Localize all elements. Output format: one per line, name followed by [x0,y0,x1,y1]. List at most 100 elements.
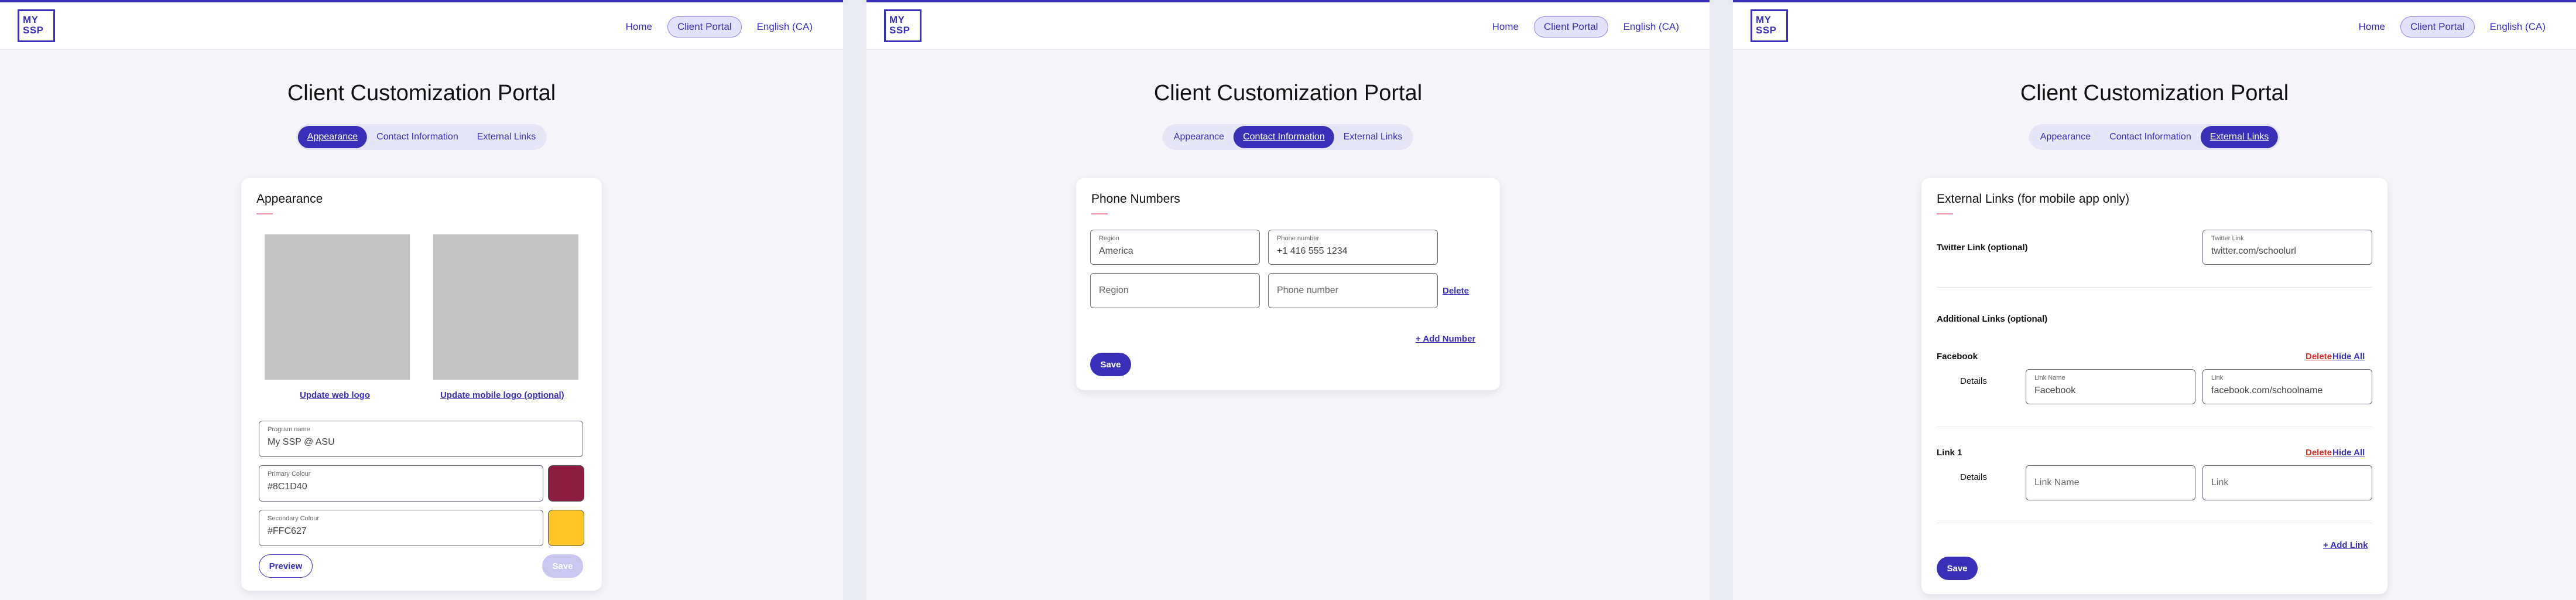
facebook-delete-link[interactable]: Delete [2306,352,2332,362]
link-url-value: facebook.com/schoolname [2211,386,2323,396]
update-mobile-logo-link[interactable]: Update mobile logo (optional) [440,390,564,400]
contact-information-screen: MY SSP Home Client Portal English (CA) Cl… [866,0,1710,600]
portal-tabs: Appearance Contact Information External … [2029,124,2280,150]
delete-number-link[interactable]: Delete [1443,286,1469,296]
tab-contact-information[interactable]: Contact Information [367,126,468,148]
save-button[interactable]: Save [1090,353,1131,376]
appearance-screen: MY SSP Home Client Portal English (CA) Cl… [0,0,843,600]
save-button-disabled[interactable]: Save [542,554,583,578]
facebook-link-name-field[interactable]: Link Name Facebook [2026,369,2195,404]
page-title: Client Customization Portal [287,81,556,105]
link1-title: Link 1 [1937,448,1962,458]
link-name-label: Link Name [2034,374,2065,381]
top-header: MY SSP Home Client Portal English (CA) [1733,2,2576,50]
external-links-screen: MY SSP Home Client Portal English (CA) Cl… [1733,0,2576,600]
program-name-value: My SSP @ ASU [268,437,335,447]
secondary-colour-label: Secondary Colour [268,515,320,522]
nav-language[interactable]: English (CA) [1616,16,1686,38]
save-button[interactable]: Save [1937,557,1978,580]
facebook-hide-all-link[interactable]: Hide All [2332,352,2365,362]
nav-client-portal[interactable]: Client Portal [667,16,742,38]
link-url-placeholder: Link [2211,478,2229,488]
section-divider [1937,287,2372,288]
region-value: America [1099,246,1133,256]
link1-details-label: Details [1960,472,1987,482]
link-name-value: Facebook [2034,386,2076,396]
nav-language[interactable]: English (CA) [750,16,820,38]
facebook-link-url-field[interactable]: Link facebook.com/schoolname [2202,369,2372,404]
card-title: Appearance [256,192,323,206]
page-title: Client Customization Portal [1153,81,1423,105]
twitter-link-label: Twitter Link (optional) [1937,243,2028,253]
primary-colour-label: Primary Colour [268,471,311,478]
top-nav: Home Client Portal English (CA) [619,15,820,39]
myssp-logo[interactable]: MY SSP [1751,9,1788,42]
tab-appearance[interactable]: Appearance [1164,126,1234,148]
tab-external-links[interactable]: External Links [2200,126,2279,148]
link-url-label: Link [2211,374,2224,381]
page-title: Client Customization Portal [2020,81,2289,105]
phone-placeholder: Phone number [1277,285,1338,295]
tab-contact-information[interactable]: Contact Information [2100,126,2201,148]
web-logo-image [265,234,410,380]
nav-language[interactable]: English (CA) [2483,16,2553,38]
title-accent [1937,213,1953,214]
tab-external-links[interactable]: External Links [1334,126,1412,148]
external-links-card: External Links (for mobile app only) Twi… [1921,178,2387,594]
twitter-field-label: Twitter Link [2211,235,2244,242]
top-nav: Home Client Portal English (CA) [2352,15,2553,39]
phone-numbers-card: Phone Numbers Region America Phone numbe… [1076,178,1500,390]
portal-tabs: Appearance Contact Information External … [1162,124,1414,150]
title-accent [1091,213,1108,214]
top-header: MY SSP Home Client Portal English (CA) [0,2,843,50]
tab-external-links[interactable]: External Links [468,126,546,148]
appearance-card: Appearance Update web logo Update mobile… [241,178,602,591]
primary-colour-value: #8C1D40 [268,482,307,492]
nav-home[interactable]: Home [619,16,659,38]
nav-client-portal[interactable]: Client Portal [2400,16,2475,38]
region-label: Region [1099,235,1119,242]
link1-link-url-field[interactable]: Link [2202,465,2372,500]
add-number-link[interactable]: + Add Number [1416,334,1475,344]
preview-button[interactable]: Preview [259,554,313,578]
card-title: Phone Numbers [1091,192,1180,206]
link1-hide-all-link[interactable]: Hide All [2332,448,2365,458]
myssp-logo[interactable]: MY SSP [884,9,922,42]
region-field-1[interactable]: Region America [1090,230,1260,265]
portal-tabs: Appearance Contact Information External … [296,124,547,150]
primary-colour-swatch[interactable] [548,465,584,502]
region-placeholder: Region [1099,285,1129,295]
link1-link-name-field[interactable]: Link Name [2026,465,2195,500]
tab-appearance[interactable]: Appearance [2031,126,2100,148]
facebook-link-title: Facebook [1937,352,1978,362]
tab-appearance[interactable]: Appearance [297,126,368,148]
primary-colour-field[interactable]: Primary Colour #8C1D40 [259,465,543,502]
program-name-label: Program name [268,426,310,433]
facebook-details-label: Details [1960,376,1987,386]
nav-home[interactable]: Home [1485,16,1526,38]
region-field-2[interactable]: Region [1090,273,1260,308]
additional-links-heading: Additional Links (optional) [1937,314,2048,324]
nav-client-portal[interactable]: Client Portal [1533,16,1608,38]
link1-delete-link[interactable]: Delete [2306,448,2332,458]
nav-home[interactable]: Home [2352,16,2392,38]
top-header: MY SSP Home Client Portal English (CA) [866,2,1710,50]
twitter-link-field[interactable]: Twitter Link twitter.com/schoolurl [2202,230,2372,265]
myssp-logo[interactable]: MY SSP [18,9,55,42]
secondary-colour-swatch[interactable] [548,510,584,546]
twitter-field-value: twitter.com/schoolurl [2211,246,2296,256]
program-name-field[interactable]: Program name My SSP @ ASU [259,421,583,457]
tab-contact-information[interactable]: Contact Information [1234,126,1334,148]
phone-field-2[interactable]: Phone number [1268,273,1438,308]
phone-value: +1 416 555 1234 [1277,246,1348,256]
title-accent [256,213,273,214]
secondary-colour-field[interactable]: Secondary Colour #FFC627 [259,510,543,546]
phone-label: Phone number [1277,235,1320,242]
secondary-colour-value: #FFC627 [268,526,307,536]
link-name-placeholder: Link Name [2034,478,2080,488]
top-nav: Home Client Portal English (CA) [1485,15,1686,39]
mobile-logo-image [433,234,578,380]
phone-field-1[interactable]: Phone number +1 416 555 1234 [1268,230,1438,265]
update-web-logo-link[interactable]: Update web logo [300,390,370,400]
add-link-link[interactable]: + Add Link [2323,540,2368,550]
